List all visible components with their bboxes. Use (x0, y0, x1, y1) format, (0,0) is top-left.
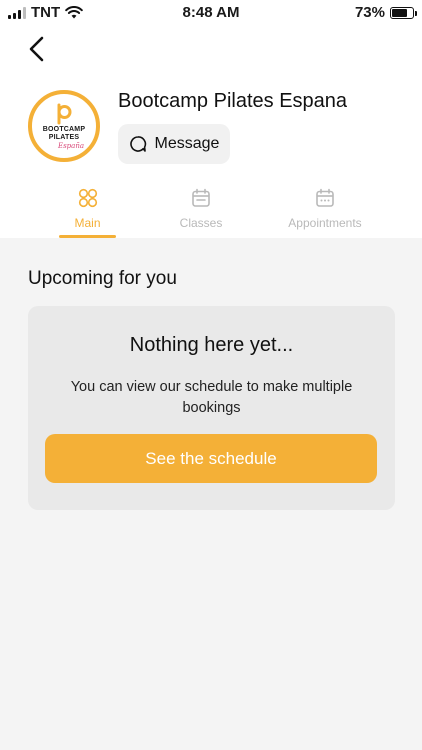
tab-classes-label: Classes (179, 216, 223, 230)
back-chevron-icon[interactable] (22, 34, 52, 64)
status-right: 73% (354, 4, 417, 21)
empty-state-title: Nothing here yet... (129, 334, 294, 356)
tab-classes[interactable]: Classes (160, 184, 242, 238)
status-bar: TNT 8:48 AM 73% (0, 0, 422, 24)
calendar-dots-icon (316, 188, 334, 207)
studio-logo: BOOTCAMP PILATES España (28, 90, 100, 162)
calendar-icon (192, 188, 210, 207)
tab-appointments-label: Appointments (288, 216, 362, 230)
empty-state-text: You can view our schedule to make multip… (70, 379, 353, 416)
logo-text-pilates: PILATES (48, 133, 80, 141)
chat-bubble-icon (129, 136, 146, 152)
p-logo-icon (57, 103, 72, 124)
tab-appointments[interactable]: Appointments (270, 184, 380, 238)
logo-text-espana: España (57, 141, 85, 150)
empty-state-card: Nothing here yet... You can view our sch… (28, 306, 395, 510)
grid-icon (78, 188, 97, 208)
battery-icon (390, 6, 417, 19)
logo-text-bootcamp: BOOTCAMP (42, 125, 86, 133)
tab-main-label: Main (74, 216, 101, 230)
message-button[interactable]: Message (118, 124, 230, 164)
studio-name: Bootcamp Pilates Espana (118, 90, 348, 112)
battery-percent: 73% (354, 4, 385, 21)
section-title: Upcoming for you (28, 268, 177, 289)
tab-main[interactable]: Main (59, 184, 116, 238)
message-button-label: Message (154, 135, 220, 152)
see-schedule-button[interactable]: See the schedule (45, 434, 377, 483)
